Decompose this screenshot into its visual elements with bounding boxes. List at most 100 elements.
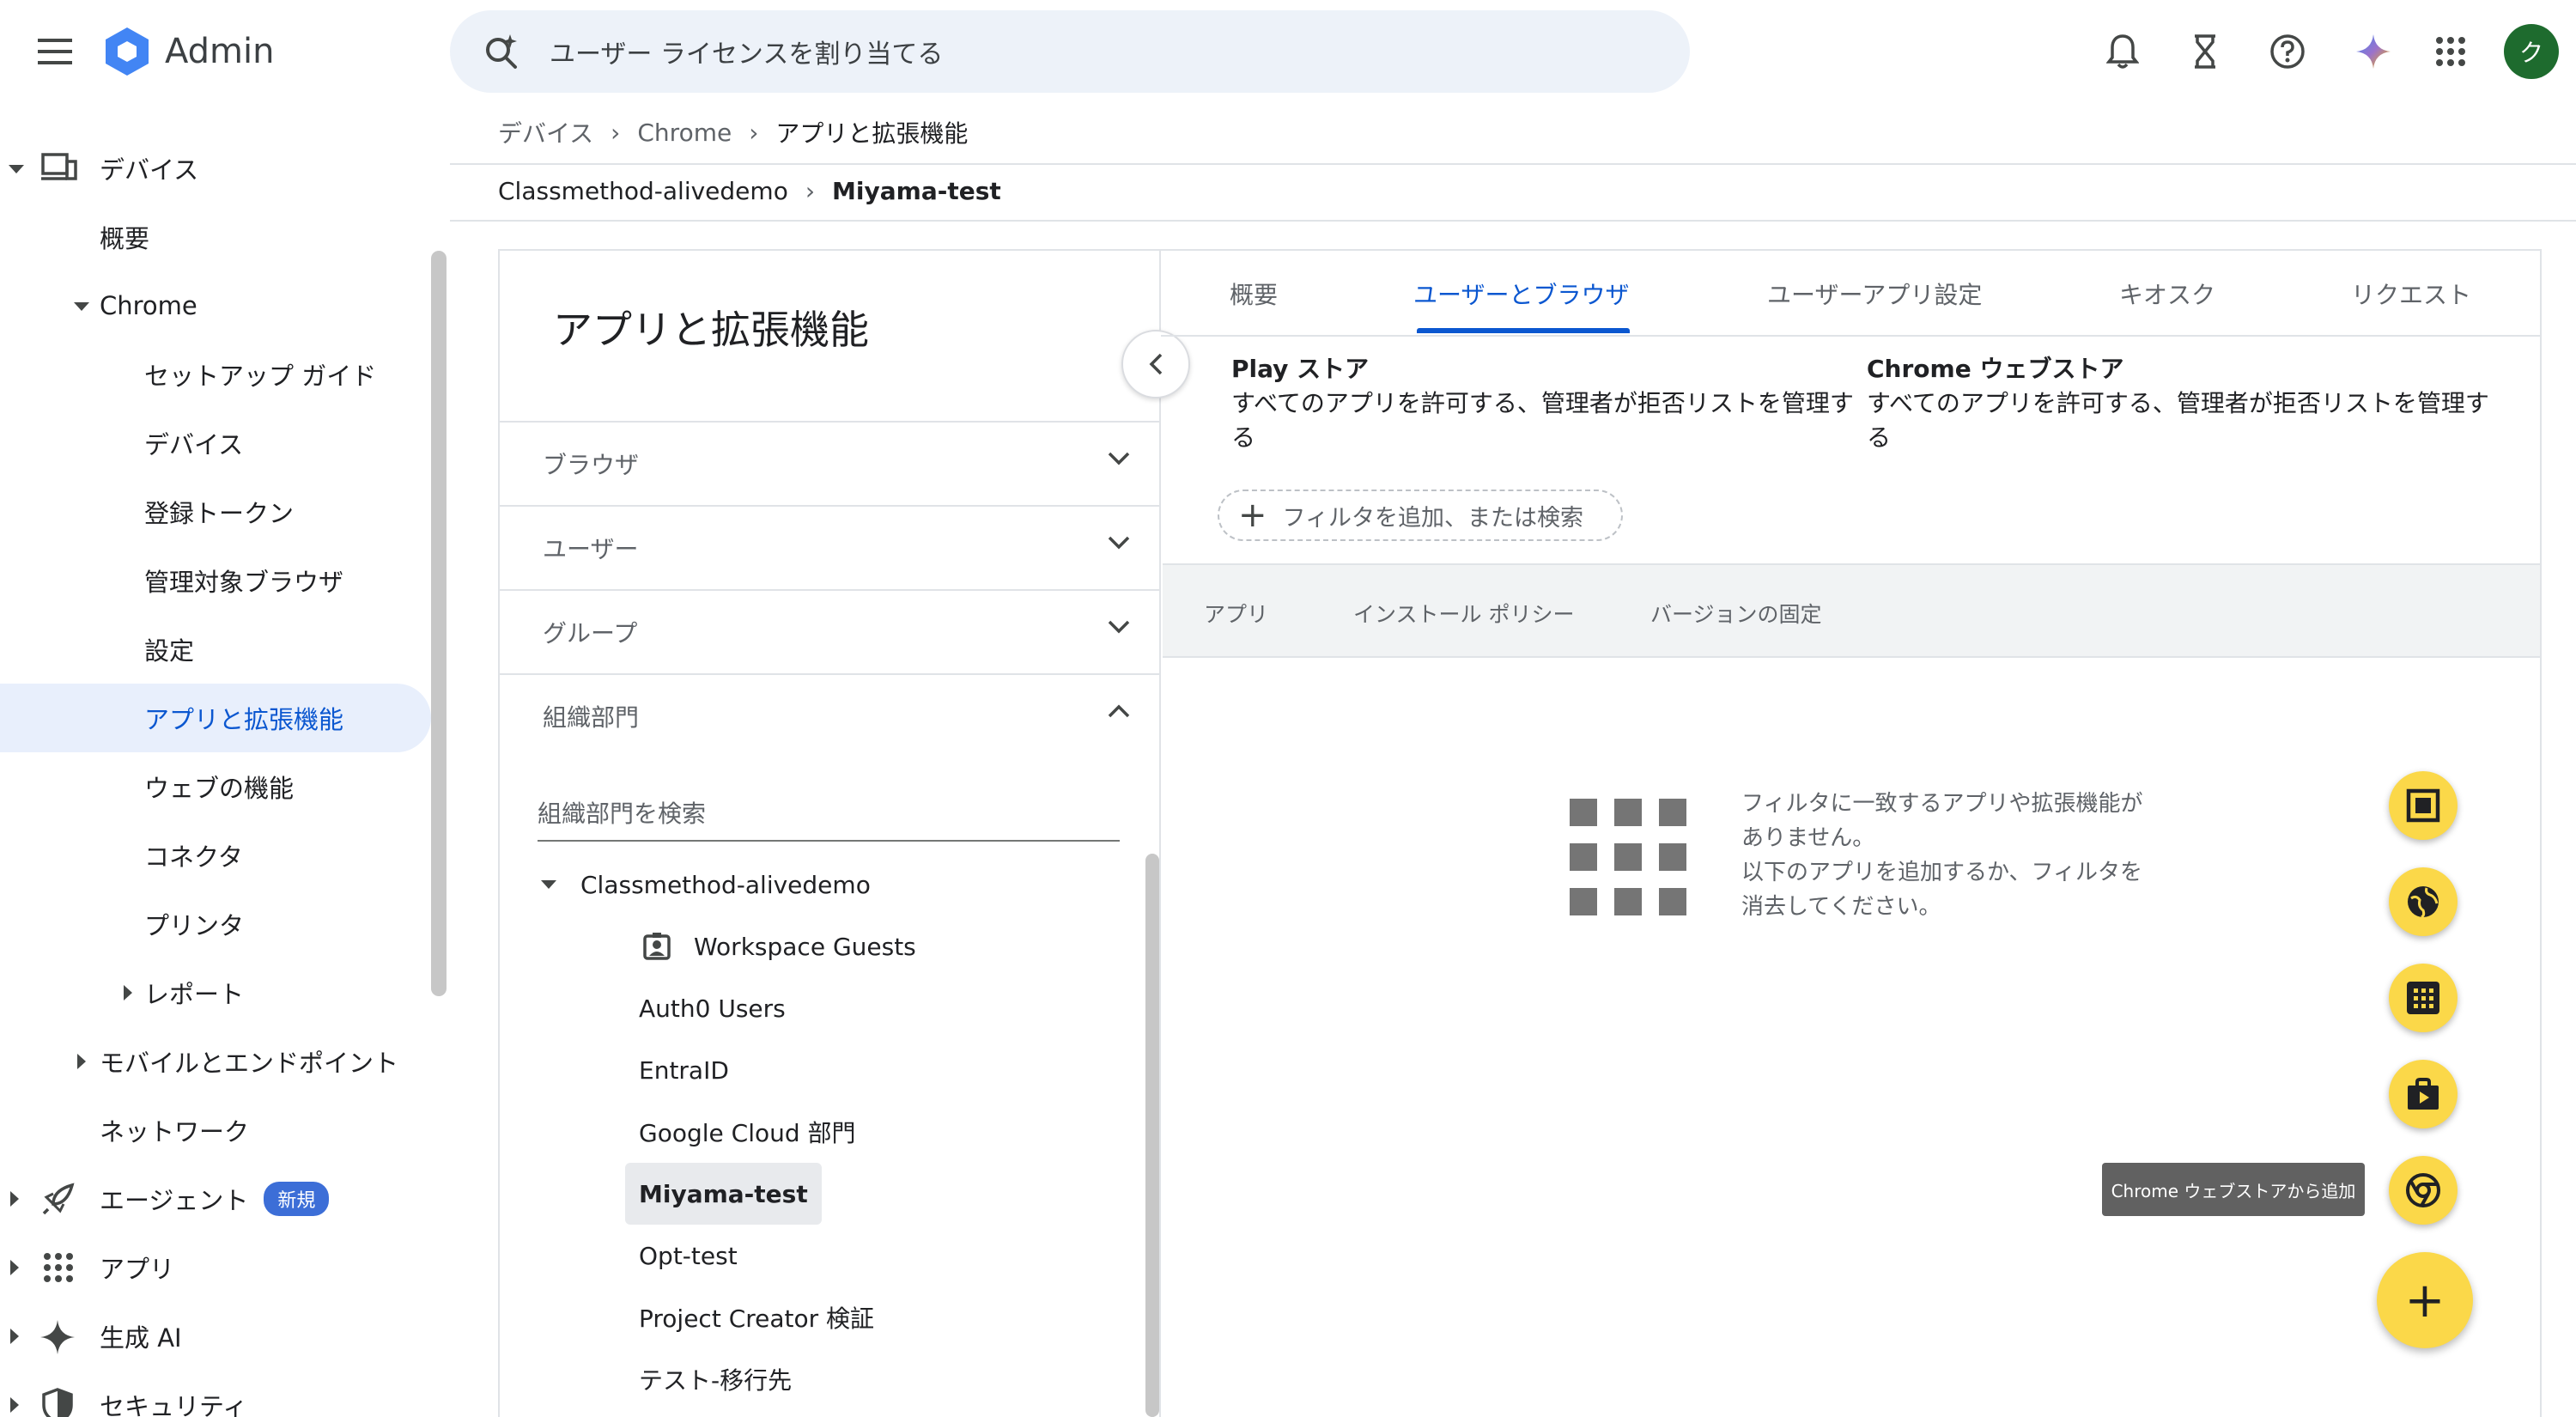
- filter-org-units[interactable]: 組織部門: [500, 673, 1159, 757]
- filter-groups[interactable]: グループ: [500, 589, 1159, 673]
- guest-badge-icon: [643, 933, 671, 960]
- sidebar-scrollbar[interactable]: [431, 251, 447, 996]
- devices-icon: [41, 153, 77, 180]
- sidebar-item-generative-ai[interactable]: 生成 AI: [0, 1302, 429, 1371]
- sidebar-item-overview[interactable]: 概要: [0, 203, 429, 271]
- ou-breadcrumb-root[interactable]: Classmethod-alivedemo: [498, 177, 788, 205]
- tab-kiosk[interactable]: キオスク: [2119, 277, 2215, 311]
- breadcrumb-devices[interactable]: デバイス: [498, 115, 593, 149]
- help-button[interactable]: [2260, 24, 2315, 79]
- sidebar-item-apps-extensions[interactable]: アプリと拡張機能: [0, 684, 431, 752]
- tree-item[interactable]: Workspace Guests: [642, 919, 916, 974]
- main-menu-button[interactable]: [27, 24, 82, 79]
- add-web-app-button[interactable]: [2389, 867, 2458, 936]
- expand-caret-icon: [74, 302, 89, 311]
- sidebar-item-printers[interactable]: プリンタ: [0, 890, 429, 958]
- sidebar-item-reports[interactable]: レポート: [0, 958, 429, 1027]
- shield-icon: [42, 1388, 73, 1417]
- expand-caret-icon: [10, 1329, 19, 1344]
- expand-caret-icon: [9, 165, 24, 173]
- breadcrumb: デバイス › Chrome › アプリと拡張機能: [498, 115, 968, 149]
- apps-grid-icon: [2407, 982, 2439, 1014]
- app-title: Admin: [165, 32, 275, 71]
- sidebar-item-enrollment-tokens[interactable]: 登録トークン: [0, 477, 429, 546]
- chevron-right-icon: ›: [611, 118, 621, 147]
- tab-bar: 概要 ユーザーとブラウザ ユーザーアプリ設定 キオスク リクエスト: [1161, 251, 2540, 337]
- divider: [450, 220, 2576, 222]
- breadcrumb-chrome[interactable]: Chrome: [637, 119, 732, 147]
- ou-breadcrumb: Classmethod-alivedemo › Miyama-test: [498, 177, 1001, 205]
- tasks-button[interactable]: [2178, 24, 2233, 79]
- search-bar[interactable]: ユーザー ライセンスを割り当てる: [450, 10, 1690, 93]
- tree-scrollbar[interactable]: [1145, 854, 1159, 1417]
- tree-item-selected[interactable]: Miyama-test: [625, 1163, 822, 1225]
- expand-caret-icon: [124, 985, 132, 1000]
- tree-item[interactable]: EntraID: [639, 1043, 729, 1098]
- tree-item[interactable]: テスト-移行先: [639, 1352, 792, 1407]
- apps-launcher-button[interactable]: [2423, 24, 2478, 79]
- column-header-version-pin[interactable]: バージョンの固定: [1650, 598, 1822, 629]
- ou-search-input[interactable]: 組織部門を検索: [538, 795, 1120, 842]
- sidebar-item-security[interactable]: セキュリティ: [0, 1371, 429, 1417]
- notifications-button[interactable]: [2095, 24, 2150, 79]
- gemini-icon: [2356, 34, 2391, 69]
- bell-icon: [2106, 34, 2139, 69]
- tree-item[interactable]: Google Cloud 部門: [639, 1104, 856, 1159]
- apps-grid-icon: [2436, 37, 2465, 66]
- add-play-store-app-button[interactable]: [2389, 1060, 2458, 1128]
- admin-logo[interactable]: Admin: [101, 24, 274, 79]
- tab-overview[interactable]: 概要: [1230, 277, 1278, 311]
- tab-requests[interactable]: リクエスト: [2351, 277, 2471, 311]
- search-text: ユーザー ライセンスを割り当てる: [550, 40, 944, 70]
- column-header-install-policy[interactable]: インストール ポリシー: [1353, 598, 1574, 629]
- sidebar-item-apps[interactable]: アプリ: [0, 1233, 429, 1302]
- filter-users[interactable]: ユーザー: [500, 505, 1159, 589]
- expand-caret-icon: [77, 1054, 86, 1069]
- tab-users-browsers[interactable]: ユーザーとブラウザ: [1413, 277, 1629, 311]
- add-filter-button[interactable]: + フィルタを追加、または検索: [1218, 490, 1623, 541]
- add-custom-app-button[interactable]: [2389, 964, 2458, 1032]
- play-store-policy[interactable]: Play ストア すべてのアプリを許可する、管理者が拒否リストを管理する: [1231, 350, 1867, 455]
- sidebar-item-network[interactable]: ネットワーク: [0, 1096, 429, 1165]
- play-store-bag-icon: [2408, 1078, 2439, 1110]
- sidebar-item-mobile-endpoints[interactable]: モバイルとエンドポイント: [0, 1027, 429, 1096]
- tree-item[interactable]: Auth0 Users: [639, 981, 786, 1036]
- collapse-panel-button[interactable]: [1121, 330, 1190, 398]
- sidebar-item-agents[interactable]: エージェント 新規: [0, 1165, 429, 1233]
- tree-root-item[interactable]: Classmethod-alivedemo: [541, 857, 871, 912]
- ou-breadcrumb-current: Miyama-test: [832, 177, 1001, 205]
- tree-item[interactable]: Opt-test: [639, 1228, 738, 1283]
- sidebar-item-web-features[interactable]: ウェブの機能: [0, 752, 429, 821]
- expand-caret-icon: [10, 1191, 19, 1207]
- column-header-app[interactable]: アプリ: [1204, 598, 1268, 629]
- add-from-chrome-webstore-button[interactable]: [2389, 1156, 2458, 1225]
- admin-hexagon-icon: [106, 27, 149, 76]
- chevron-right-icon: ›: [749, 118, 759, 147]
- tree-item[interactable]: Project Creator 検証: [639, 1290, 874, 1345]
- sidebar-item-settings[interactable]: 設定: [0, 615, 429, 684]
- tooltip: Chrome ウェブストアから追加: [2102, 1163, 2365, 1216]
- filter-browser[interactable]: ブラウザ: [500, 421, 1159, 505]
- sidebar-item-connectors[interactable]: コネクタ: [0, 821, 429, 890]
- sidebar-item-devices[interactable]: デバイス: [0, 134, 429, 203]
- expand-caret-icon: [10, 1397, 19, 1413]
- globe-icon: [2408, 886, 2439, 919]
- sidebar-item-chrome-devices[interactable]: デバイス: [0, 409, 429, 477]
- search-sparkle-icon: [486, 34, 517, 69]
- chrome-webstore-policy[interactable]: Chrome ウェブストア すべてのアプリを許可する、管理者が拒否リストを管理す…: [1867, 350, 2502, 455]
- chrome-icon: [2406, 1173, 2440, 1207]
- add-app-fab[interactable]: +: [2377, 1252, 2473, 1348]
- sidebar-item-setup-guide[interactable]: セットアップ ガイド: [0, 340, 429, 409]
- empty-state-message: フィルタに一致するアプリや拡張機能が ありません。 以下のアプリを追加するか、フ…: [1741, 791, 2143, 920]
- add-kiosk-app-button[interactable]: [2389, 771, 2458, 840]
- expand-caret-icon: [10, 1260, 19, 1275]
- sidebar-item-chrome[interactable]: Chrome: [0, 271, 429, 340]
- gemini-button[interactable]: [2346, 24, 2401, 79]
- sidebar: デバイス 概要 Chrome セットアップ ガイド デバイス 登録トークン 管理…: [0, 134, 447, 1417]
- account-avatar[interactable]: ク: [2504, 24, 2559, 79]
- sidebar-item-managed-browsers[interactable]: 管理対象ブラウザ: [0, 546, 429, 615]
- hourglass-icon: [2195, 34, 2215, 69]
- tab-user-app-settings[interactable]: ユーザーアプリ設定: [1767, 277, 1982, 311]
- table-header: アプリ インストール ポリシー バージョンの固定: [1163, 563, 2540, 658]
- divider: [450, 163, 2576, 165]
